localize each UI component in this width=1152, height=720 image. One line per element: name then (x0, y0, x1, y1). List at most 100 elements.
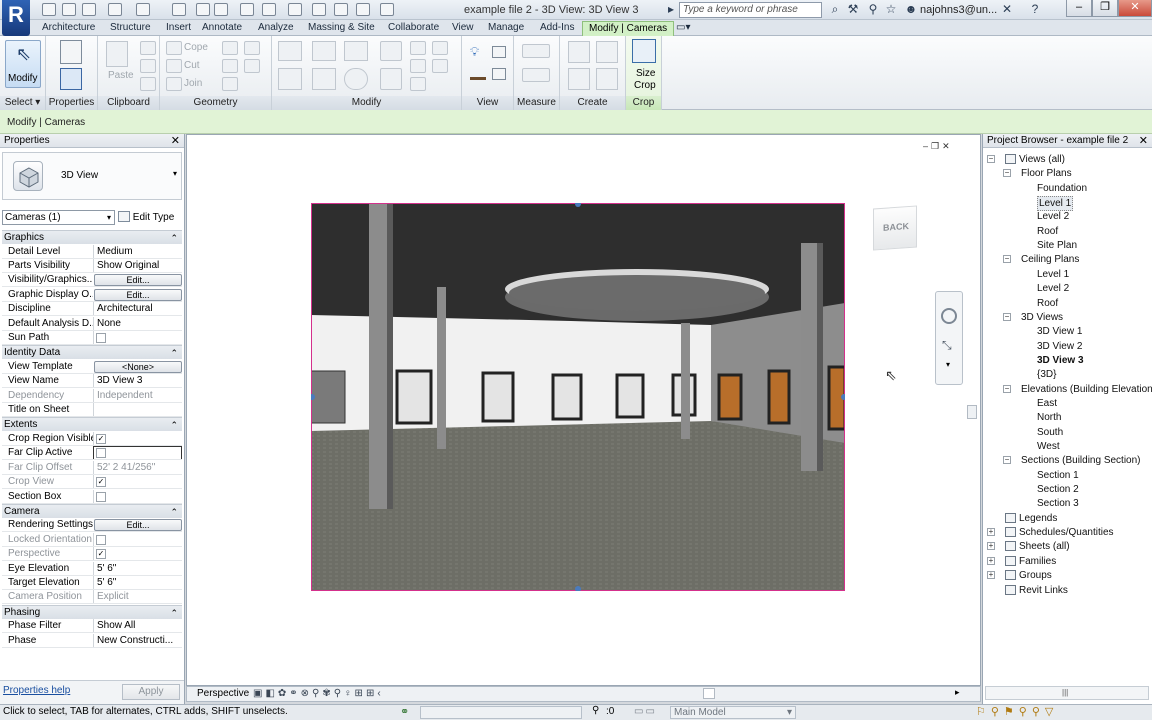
offset-icon[interactable] (312, 41, 336, 61)
property-checkbox[interactable]: ✓ (96, 433, 106, 444)
property-value[interactable]: New Constructi... (93, 633, 182, 648)
property-checkbox[interactable]: ✓ (96, 477, 106, 488)
select-dropdown[interactable]: Select ▾ (0, 96, 45, 110)
3d-scene[interactable] (311, 203, 845, 591)
tree-item-schedules-quantities[interactable]: Schedules/Quantities (1019, 526, 1114, 539)
property-row[interactable]: Detail Level Medium (2, 244, 182, 259)
array-icon[interactable] (380, 68, 402, 90)
property-value[interactable] (93, 547, 182, 562)
create-parts-icon[interactable] (596, 41, 618, 63)
property-value[interactable]: Show Original (93, 258, 182, 273)
switch-windows-icon[interactable] (356, 3, 370, 16)
collapse-icon[interactable]: ⌃ (170, 606, 178, 620)
property-checkbox[interactable] (96, 491, 106, 502)
collapse-icon[interactable]: ⌃ (170, 231, 178, 245)
tab-structure[interactable]: Structure (104, 21, 157, 36)
tree-item-sections-building-section[interactable]: Sections (Building Section) (1021, 454, 1141, 467)
help-icon[interactable]: ? (1028, 3, 1042, 16)
project-browser-close-icon[interactable]: ✕ (1139, 134, 1148, 148)
application-menu-button[interactable]: R (2, 0, 30, 36)
property-row[interactable]: Parts Visibility Show Original (2, 258, 182, 273)
tree-item-3d-view-2[interactable]: 3D View 2 (1037, 340, 1082, 353)
section-icon[interactable] (288, 3, 302, 16)
nav-dropdown-icon[interactable]: ▾ (946, 360, 950, 369)
split-face-icon[interactable] (222, 59, 238, 73)
user-name[interactable]: najohns3@un... (920, 4, 997, 16)
create-group-icon[interactable] (568, 68, 590, 90)
paint-icon[interactable] (222, 77, 238, 91)
property-row[interactable]: Rendering Settings Edit... (2, 518, 182, 532)
tab-manage[interactable]: Manage (482, 21, 530, 36)
tree-item-elevations-building-elevation[interactable]: Elevations (Building Elevation) (1021, 383, 1152, 396)
tree-item-section-2[interactable]: Section 2 (1037, 483, 1079, 496)
property-value[interactable] (93, 431, 182, 446)
split-icon[interactable] (410, 41, 426, 55)
move-icon[interactable] (278, 68, 302, 90)
status-toggle-icons[interactable]: ▭▭ (634, 706, 664, 719)
property-value[interactable]: Show All (93, 619, 182, 634)
selection-filter-icons[interactable]: ⚐⚲⚑⚲⚲▽ (976, 705, 1058, 718)
property-edit-button[interactable]: Edit... (94, 288, 182, 301)
tree-item-north[interactable]: North (1037, 411, 1061, 424)
property-row[interactable]: Perspective ✓ (2, 547, 182, 562)
property-row[interactable]: Phase Filter Show All (2, 619, 182, 634)
tree-item-3d-view-1[interactable]: 3D View 1 (1037, 325, 1082, 338)
property-value[interactable] (93, 446, 182, 461)
tree-toggle-icon[interactable]: − (1003, 169, 1011, 178)
search-expand-icon[interactable]: ▸ (664, 3, 678, 16)
match-type-icon[interactable] (140, 77, 156, 91)
cut-icon[interactable] (140, 41, 156, 55)
property-edit-button[interactable]: Edit... (94, 274, 182, 287)
tab-add-ins[interactable]: Add-Ins (534, 21, 580, 36)
tab-analyze[interactable]: Analyze (252, 21, 300, 36)
tree-toggle-icon[interactable]: − (1003, 255, 1011, 264)
communication-icon[interactable]: ⚲ (866, 3, 880, 16)
type-properties-icon[interactable] (60, 40, 82, 64)
tab-collaborate[interactable]: Collaborate (382, 21, 445, 36)
property-value[interactable]: None (93, 316, 182, 331)
measure-icon[interactable] (196, 3, 210, 16)
edit-type-button[interactable]: Edit Type (118, 209, 182, 226)
tree-item-level-2[interactable]: Level 2 (1037, 210, 1069, 223)
cut-geometry-icon[interactable] (166, 59, 182, 73)
property-row[interactable]: Far Clip Active (2, 446, 182, 461)
override-graphics-icon[interactable] (492, 46, 506, 58)
tree-item-revit-links[interactable]: Revit Links (1019, 584, 1068, 597)
tab-view[interactable]: View (446, 21, 480, 36)
tab-insert[interactable]: Insert (160, 21, 197, 36)
property-row[interactable]: Title on Sheet (2, 403, 182, 417)
instance-filter-select[interactable]: Cameras (1) ▾ (2, 210, 115, 225)
editing-requests-icon[interactable]: ⚲ (592, 705, 599, 716)
demolish-icon[interactable] (244, 41, 260, 55)
modify-button[interactable]: ⇖ Modify (5, 40, 41, 88)
property-value[interactable]: 52' 2 41/256" (93, 460, 182, 475)
create-assembly-icon[interactable] (568, 41, 590, 63)
tree-item-section-1[interactable]: Section 1 (1037, 469, 1079, 482)
binoculars-icon[interactable]: ⌕ (828, 3, 842, 16)
property-value[interactable] (93, 489, 182, 504)
paste-icon[interactable] (106, 41, 128, 67)
property-value[interactable]: Medium (93, 244, 182, 259)
tree-item-ceiling-plans[interactable]: Ceiling Plans (1021, 253, 1079, 266)
undo-icon[interactable] (108, 3, 122, 16)
properties-toggle-icon[interactable] (60, 68, 82, 90)
property-row[interactable]: View Template <None> (2, 360, 182, 374)
tree-toggle-icon[interactable]: + (987, 571, 995, 580)
property-row[interactable]: Camera Position Explicit (2, 590, 182, 605)
scroll-right-icon[interactable]: ▸ (955, 687, 960, 698)
pin-icon[interactable] (432, 41, 448, 55)
group-extents[interactable]: Extents ⌃ (2, 417, 182, 432)
tree-toggle-icon[interactable]: − (987, 155, 995, 163)
create-similar-icon[interactable] (596, 68, 618, 90)
property-value[interactable] (93, 532, 182, 547)
tree-item-sheets-all[interactable]: Sheets (all) (1019, 540, 1070, 553)
group-identity-data[interactable]: Identity Data ⌃ (2, 345, 182, 360)
search-input[interactable]: Type a keyword or phrase (679, 2, 822, 18)
collapse-icon[interactable]: ⌃ (170, 418, 178, 432)
restore-button[interactable]: ❐ (1092, 0, 1118, 17)
property-row[interactable]: Phase New Constructi... (2, 633, 182, 648)
aligned-dimension-icon[interactable] (522, 68, 550, 82)
viewcube[interactable]: BACK (873, 205, 917, 251)
property-checkbox[interactable] (96, 534, 106, 545)
tree-item-3d[interactable]: {3D} (1037, 368, 1056, 381)
